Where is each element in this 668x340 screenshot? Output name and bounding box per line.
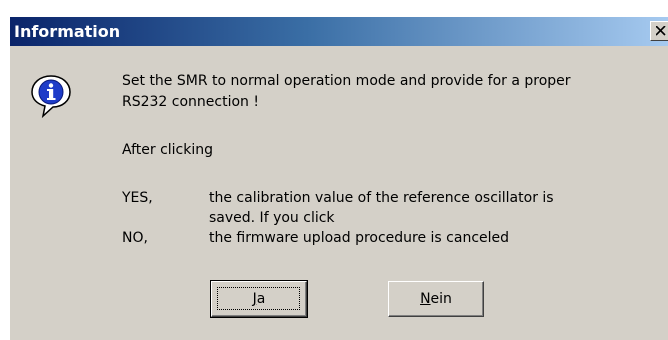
no-key: NO, <box>122 230 148 246</box>
close-x-icon <box>656 26 666 36</box>
message-line-2: RS232 connection ! <box>122 94 259 110</box>
message-line-1: Set the SMR to normal operation mode and… <box>122 73 571 89</box>
nein-label-rest: ein <box>430 291 452 307</box>
yes-text-line-2: saved. If you click <box>209 210 335 226</box>
close-button[interactable] <box>650 21 668 41</box>
after-clicking-text: After clicking <box>122 142 213 158</box>
yes-key: YES, <box>122 190 153 206</box>
information-icon <box>31 75 71 119</box>
ja-label-rest: a <box>256 291 266 307</box>
information-dialog: Information Set the SMR to normal operat… <box>9 16 668 340</box>
ja-button-label: Ja <box>253 291 266 307</box>
yes-text-line-1: the calibration value of the reference o… <box>209 190 554 206</box>
dialog-title: Information <box>14 22 121 41</box>
no-text: the firmware upload procedure is cancele… <box>209 230 510 246</box>
nein-button-label: Nein <box>420 291 452 307</box>
nein-button[interactable]: Nein <box>388 281 484 317</box>
title-bar[interactable]: Information <box>10 17 668 46</box>
ja-button[interactable]: Ja <box>210 280 308 318</box>
nein-mnemonic: N <box>420 291 431 307</box>
